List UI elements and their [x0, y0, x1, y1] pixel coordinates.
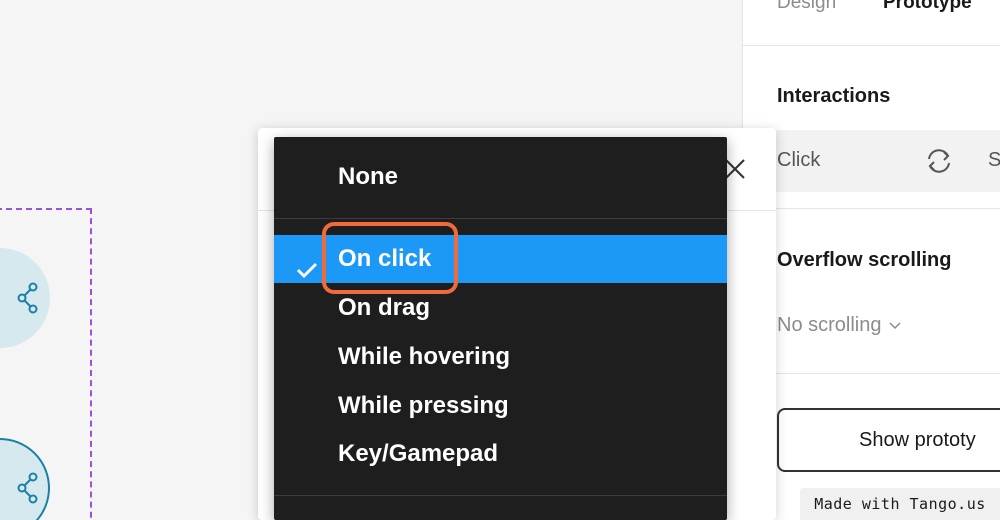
dropdown-item-label: None	[338, 163, 398, 190]
step-highlight-ring	[322, 222, 458, 294]
tango-watermark: Made with Tango.us	[800, 488, 1000, 520]
dropdown-item-none[interactable]: None	[274, 153, 727, 201]
overflow-scrolling-select[interactable]: No scrolling	[777, 314, 902, 337]
chevron-down-icon	[889, 321, 902, 329]
dropdown-item-key-gamepad[interactable]: Key/Gamepad	[274, 430, 727, 478]
dropdown-separator	[274, 218, 727, 219]
dropdown-item-while-hovering[interactable]: While hovering	[274, 333, 727, 381]
dropdown-item-label: While pressing	[338, 392, 509, 419]
tab-prototype[interactable]: Prototype	[883, 0, 972, 14]
interaction-trigger-label[interactable]: Click	[777, 149, 820, 172]
properties-panel: Design Prototype Interactions Click S Ov…	[742, 0, 1000, 520]
trigger-dropdown-menu: None On click On drag While hovering Whi…	[274, 137, 727, 520]
overflow-scrolling-value: No scrolling	[777, 314, 882, 336]
cycle-icon[interactable]	[923, 147, 955, 180]
share-node-icon	[17, 282, 38, 314]
close-icon[interactable]	[724, 158, 746, 185]
dropdown-separator	[274, 495, 727, 496]
dropdown-item-while-pressing[interactable]: While pressing	[274, 382, 727, 430]
tab-design[interactable]: Design	[777, 0, 836, 14]
show-prototype-settings-button[interactable]: Show prototy	[777, 408, 1000, 472]
panel-divider	[743, 373, 1000, 374]
interaction-action-label[interactable]: S	[988, 149, 1000, 172]
dropdown-item-label: On drag	[338, 294, 431, 321]
interaction-row[interactable]: Click S	[743, 130, 1000, 192]
panel-divider	[743, 208, 1000, 209]
overflow-scrolling-title: Overflow scrolling	[777, 249, 952, 271]
share-node-icon	[17, 472, 38, 504]
panel-tabs: Design Prototype	[743, 0, 1000, 46]
interactions-title: Interactions	[777, 85, 891, 107]
show-prototype-label: Show prototy	[859, 429, 976, 451]
dropdown-item-label: Key/Gamepad	[338, 440, 499, 467]
dropdown-item-label: While hovering	[338, 343, 511, 370]
